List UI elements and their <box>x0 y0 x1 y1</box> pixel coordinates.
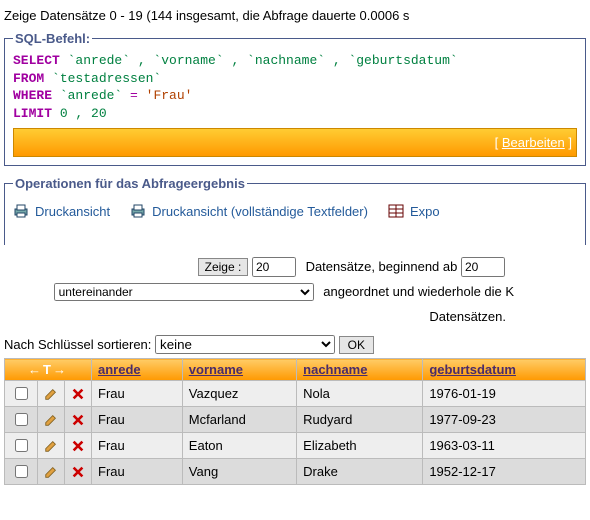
where-op: = <box>130 88 138 103</box>
col-geburtsdatum[interactable]: geburtsdatum <box>423 359 586 381</box>
table-row: FrauVazquezNola1976-01-19 <box>5 381 586 407</box>
table-row: FrauEatonElizabeth1963-03-11 <box>5 433 586 459</box>
print-full-label: Druckansicht (vollständige Textfelder) <box>152 204 368 219</box>
cell-vorname: Mcfarland <box>182 407 296 433</box>
rest-label-2: Datensätzen. <box>429 309 506 324</box>
results-table: ←T→ anrede vorname nachname geburtsdatum… <box>4 358 586 485</box>
cell-vorname: Vazquez <box>182 381 296 407</box>
print-full-link[interactable]: Druckansicht (vollständige Textfelder) <box>130 203 368 219</box>
row-checkbox[interactable] <box>15 439 28 452</box>
delete-row-icon[interactable] <box>71 439 85 453</box>
sql-text: SELECT `anrede` , `vorname` , `nachname`… <box>13 52 577 122</box>
start-row-input[interactable] <box>461 257 505 277</box>
delete-row-icon[interactable] <box>71 387 85 401</box>
select-fields: `anrede` , `vorname` , `nachname` , `geb… <box>60 53 458 68</box>
print-view-link[interactable]: Druckansicht <box>13 203 110 219</box>
edit-sql-link[interactable]: Bearbeiten <box>502 135 565 150</box>
export-label: Expo <box>410 204 440 219</box>
rows-per-page-input[interactable] <box>252 257 296 277</box>
limit-vals: 0 , 20 <box>52 106 107 121</box>
col-nachname-link[interactable]: nachname <box>303 362 367 377</box>
kw-limit: LIMIT <box>13 106 52 121</box>
display-mode-select[interactable]: untereinander <box>54 283 314 301</box>
delete-row-icon[interactable] <box>71 413 85 427</box>
sort-ok-button[interactable]: OK <box>339 336 374 354</box>
rows-prefix-label: Datensätze, beginnend ab <box>306 259 458 274</box>
sort-line: Nach Schlüssel sortieren: keine OK <box>4 335 586 354</box>
row-checkbox[interactable] <box>15 387 28 400</box>
show-button[interactable]: Zeige : <box>198 258 249 276</box>
from-ident: `testadressen` <box>44 71 161 86</box>
cell-anrede: Frau <box>92 381 183 407</box>
cell-geburtsdatum: 1977-09-23 <box>423 407 586 433</box>
col-vorname[interactable]: vorname <box>182 359 296 381</box>
sql-legend: SQL-Befehl: <box>13 31 92 46</box>
cell-anrede: Frau <box>92 433 183 459</box>
cell-geburtsdatum: 1976-01-19 <box>423 381 586 407</box>
table-row: FrauVangDrake1952-12-17 <box>5 459 586 485</box>
kw-where: WHERE <box>13 88 52 103</box>
results-body: FrauVazquezNola1976-01-19FrauMcfarlandRu… <box>5 381 586 485</box>
edit-row-icon[interactable] <box>44 413 58 427</box>
col-vorname-link[interactable]: vorname <box>189 362 243 377</box>
cell-vorname: Eaton <box>182 433 296 459</box>
bracket-close: ] <box>565 135 572 150</box>
col-anrede-link[interactable]: anrede <box>98 362 141 377</box>
export-link[interactable]: Expo <box>388 203 440 219</box>
kw-select: SELECT <box>13 53 60 68</box>
operations-legend: Operationen für das Abfrageergebnis <box>13 176 247 191</box>
print-view-label: Druckansicht <box>35 204 110 219</box>
cell-nachname: Elizabeth <box>297 433 423 459</box>
col-anrede[interactable]: anrede <box>92 359 183 381</box>
col-geburtsdatum-link[interactable]: geburtsdatum <box>429 362 516 377</box>
kw-from: FROM <box>13 71 44 86</box>
cell-anrede: Frau <box>92 407 183 433</box>
where-ident: `anrede` <box>52 88 130 103</box>
cell-geburtsdatum: 1963-03-11 <box>423 433 586 459</box>
operations-box: Operationen für das Abfrageergebnis Druc… <box>4 176 586 245</box>
cell-nachname: Drake <box>297 459 423 485</box>
bracket-open: [ <box>495 135 502 150</box>
table-icon <box>388 203 404 219</box>
row-checkbox[interactable] <box>15 413 28 426</box>
sort-label: Nach Schlüssel sortieren: <box>4 337 151 352</box>
row-checkbox[interactable] <box>15 465 28 478</box>
row-action-header: ←T→ <box>5 359 92 381</box>
delete-row-icon[interactable] <box>71 465 85 479</box>
cell-nachname: Nola <box>297 381 423 407</box>
sql-box: SQL-Befehl: SELECT `anrede` , `vorname` … <box>4 31 586 166</box>
navigation-controls: Zeige : Datensätze, beginnend ab unterei… <box>4 255 586 329</box>
print-icon <box>13 203 29 219</box>
header-row: ←T→ anrede vorname nachname geburtsdatum <box>5 359 586 381</box>
records-summary: Zeige Datensätze 0 - 19 (144 insgesamt, … <box>4 8 586 23</box>
edit-row-icon[interactable] <box>44 387 58 401</box>
sort-key-select[interactable]: keine <box>155 335 335 354</box>
cell-anrede: Frau <box>92 459 183 485</box>
rest-label-1: angeordnet und wiederhole die K <box>323 284 514 299</box>
where-str: 'Frau' <box>138 88 193 103</box>
print-icon <box>130 203 146 219</box>
table-row: FrauMcfarlandRudyard1977-09-23 <box>5 407 586 433</box>
col-nachname[interactable]: nachname <box>297 359 423 381</box>
sql-edit-bar: [ Bearbeiten ] <box>13 128 577 157</box>
cell-nachname: Rudyard <box>297 407 423 433</box>
arrow-header-symbol: ←T→ <box>28 362 68 377</box>
cell-geburtsdatum: 1952-12-17 <box>423 459 586 485</box>
cell-vorname: Vang <box>182 459 296 485</box>
edit-row-icon[interactable] <box>44 465 58 479</box>
edit-row-icon[interactable] <box>44 439 58 453</box>
